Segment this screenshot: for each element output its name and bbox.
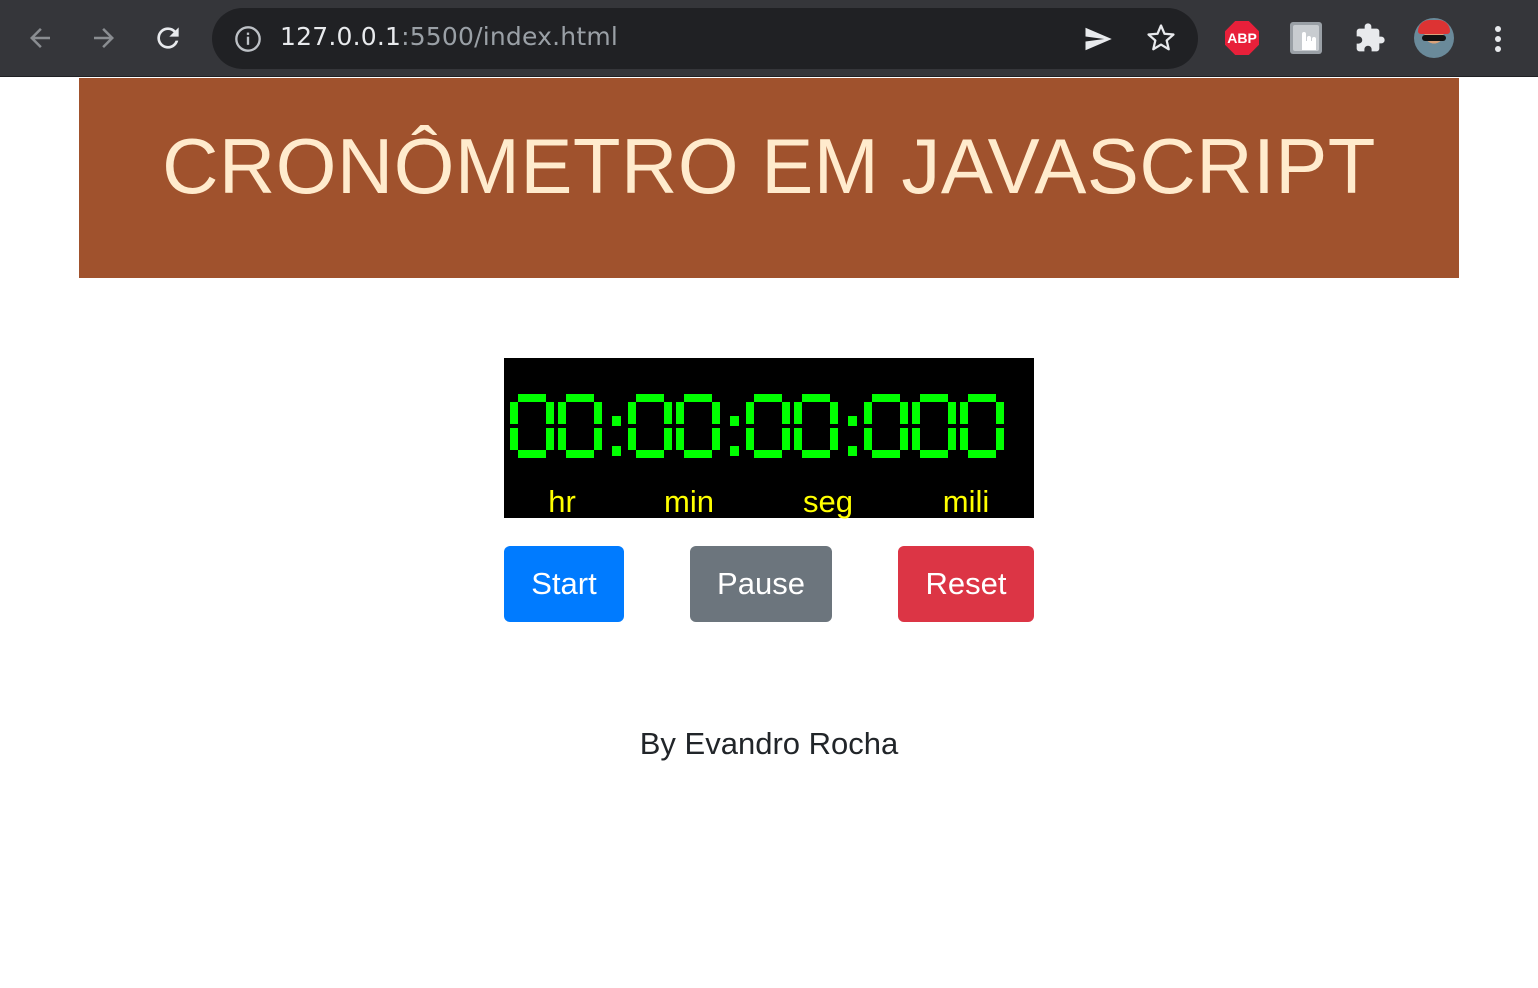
adblock-extension-button[interactable]: ABP — [1224, 20, 1260, 56]
profile-button[interactable] — [1412, 16, 1456, 60]
info-icon[interactable] — [234, 25, 262, 53]
back-button[interactable] — [20, 18, 60, 58]
digit-segment — [510, 402, 518, 424]
digit-segment — [566, 450, 594, 458]
colon-dot — [730, 416, 739, 426]
reload-button[interactable] — [148, 18, 188, 58]
seconds-label: seg — [803, 484, 853, 519]
millis-label: mili — [942, 484, 990, 519]
digit-segment — [684, 394, 712, 402]
digit-segment — [864, 402, 872, 424]
digit-segment — [628, 402, 636, 424]
digit-segment — [794, 402, 802, 424]
abp-icon: ABP — [1225, 21, 1259, 55]
bookmark-star-icon[interactable] — [1146, 23, 1176, 53]
minutes-label: min — [664, 484, 714, 519]
digit-segment — [900, 428, 908, 450]
digit-segment — [546, 428, 554, 450]
touch-extension-button[interactable] — [1288, 20, 1324, 56]
colon-dot — [848, 416, 857, 426]
stopwatch-display: hr min seg mili — [504, 358, 1034, 519]
address-bar[interactable]: 127.0.0.1:5500/index.html — [212, 8, 1198, 69]
url-text[interactable]: 127.0.0.1:5500/index.html — [280, 22, 618, 51]
digit-segment — [636, 450, 664, 458]
digit-segment — [558, 402, 566, 424]
digit-segment — [676, 428, 684, 450]
digit-segment — [948, 428, 956, 450]
digit-segment — [712, 428, 720, 450]
digit-segment — [594, 428, 602, 450]
extensions-button[interactable] — [1352, 20, 1388, 56]
avatar — [1414, 18, 1454, 58]
url-host: 127.0.0.1 — [280, 22, 402, 51]
arrow-right-icon — [94, 28, 114, 48]
digit-segment — [782, 428, 790, 450]
digit-segment — [968, 450, 996, 458]
send-icon[interactable] — [1082, 24, 1114, 54]
touch-hand-icon — [1290, 22, 1322, 54]
digit-segment — [546, 402, 554, 424]
digit-segment — [802, 394, 830, 402]
digit-segment — [518, 450, 546, 458]
reset-button[interactable]: Reset — [898, 546, 1034, 622]
page-header: CRONÔMETRO EM JAVASCRIPT — [79, 78, 1459, 278]
digit-segment — [684, 450, 712, 458]
colon-dot — [612, 446, 621, 456]
colon-dot — [730, 446, 739, 456]
digit-segment — [872, 450, 900, 458]
digit-segment — [594, 402, 602, 424]
digit-segment — [920, 394, 948, 402]
footer-credit: By Evandro Rocha — [639, 726, 899, 761]
digit-segment — [628, 428, 636, 450]
stopwatch-digits — [510, 394, 1004, 458]
digit-segment — [518, 394, 546, 402]
digit-segment — [920, 450, 948, 458]
digit-segment — [960, 428, 968, 450]
digit-segment — [802, 450, 830, 458]
digit-segment — [996, 428, 1004, 450]
digit-segment — [676, 402, 684, 424]
digit-segment — [746, 402, 754, 424]
digit-segment — [830, 402, 838, 424]
forward-button[interactable] — [84, 18, 124, 58]
digit-segment — [960, 402, 968, 424]
digit-segment — [794, 428, 802, 450]
browser-toolbar: 127.0.0.1:5500/index.html ABP — [0, 0, 1538, 77]
url-path: :5500/index.html — [401, 22, 619, 51]
more-menu-icon[interactable] — [1488, 22, 1508, 56]
digit-segment — [754, 450, 782, 458]
digit-segment — [510, 428, 518, 450]
digit-segment — [754, 394, 782, 402]
puzzle-icon — [1356, 23, 1385, 52]
digit-segment — [968, 394, 996, 402]
pause-button[interactable]: Pause — [690, 546, 832, 622]
digit-segment — [558, 428, 566, 450]
arrow-left-icon — [30, 28, 50, 48]
digit-segment — [912, 428, 920, 450]
digit-segment — [664, 402, 672, 424]
digit-segment — [566, 394, 594, 402]
digit-segment — [746, 428, 754, 450]
page-title: CRONÔMETRO EM JAVASCRIPT — [162, 122, 1376, 210]
reload-icon — [157, 27, 179, 49]
digit-segment — [782, 402, 790, 424]
digit-segment — [900, 402, 908, 424]
colon-dot — [848, 446, 857, 456]
digit-segment — [636, 394, 664, 402]
digit-segment — [864, 428, 872, 450]
digit-segment — [912, 402, 920, 424]
digit-segment — [830, 428, 838, 450]
colon-dot — [612, 416, 621, 426]
digit-segment — [996, 402, 1004, 424]
digit-segment — [948, 402, 956, 424]
digit-segment — [664, 428, 672, 450]
start-button[interactable]: Start — [504, 546, 624, 622]
hours-label: hr — [548, 484, 576, 519]
digit-segment — [872, 394, 900, 402]
digit-segment — [712, 402, 720, 424]
